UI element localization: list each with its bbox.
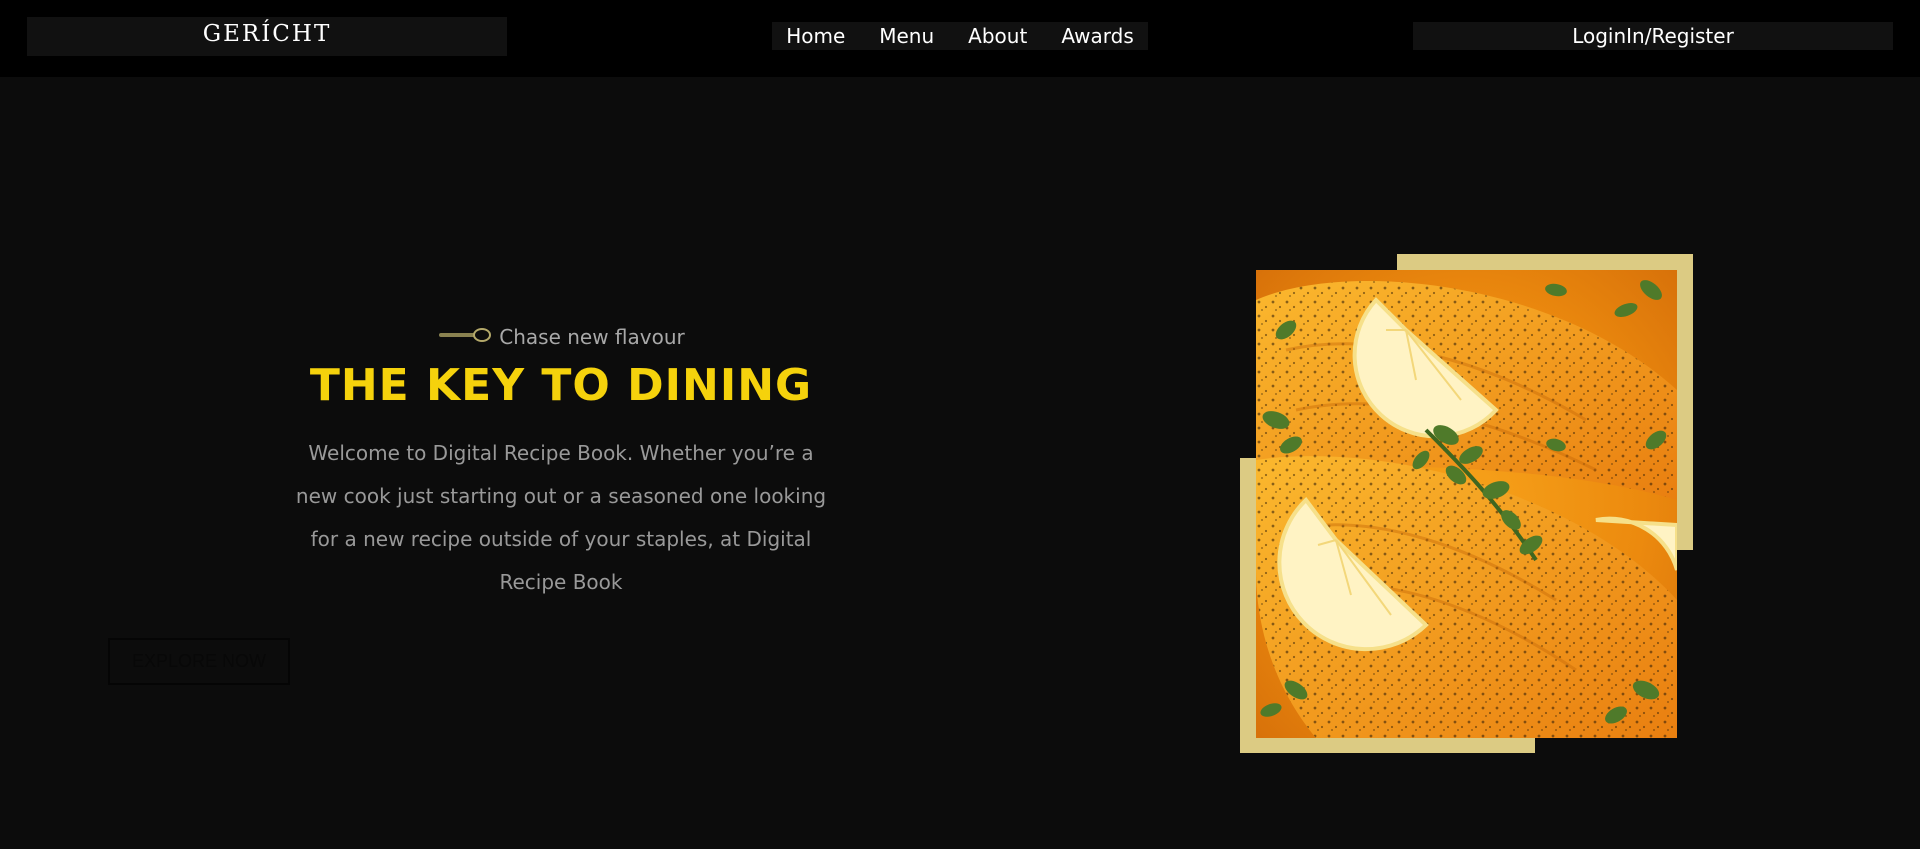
hero-title: THE KEY TO DINING (309, 360, 813, 411)
logo-text: GERÍCHT (202, 20, 332, 47)
hero-dish-image (1256, 270, 1677, 738)
nav-link-home[interactable]: Home (786, 24, 845, 48)
hero-description: Welcome to Digital Recipe Book. Whether … (295, 441, 827, 594)
nav-links: Home Menu About Awards (772, 22, 1148, 50)
login-register-link[interactable]: LoginIn/Register (1572, 24, 1734, 48)
nav-link-awards[interactable]: Awards (1061, 24, 1133, 48)
nav-link-about[interactable]: About (968, 24, 1027, 48)
spoon-icon (437, 326, 493, 348)
explore-now-button[interactable]: EXPLORE NOW (108, 638, 290, 685)
nav-link-menu[interactable]: Menu (879, 24, 934, 48)
logo[interactable]: GERÍCHT (27, 17, 507, 56)
subtitle-row: Chase new flavour (281, 320, 841, 354)
navbar: GERÍCHT Home Menu About Awards LoginIn/R… (0, 0, 1920, 77)
hero-subtitle: Chase new flavour (499, 325, 685, 349)
login-container: LoginIn/Register (1413, 22, 1893, 50)
hero-content: Chase new flavour THE KEY TO DINING Welc… (281, 320, 841, 604)
